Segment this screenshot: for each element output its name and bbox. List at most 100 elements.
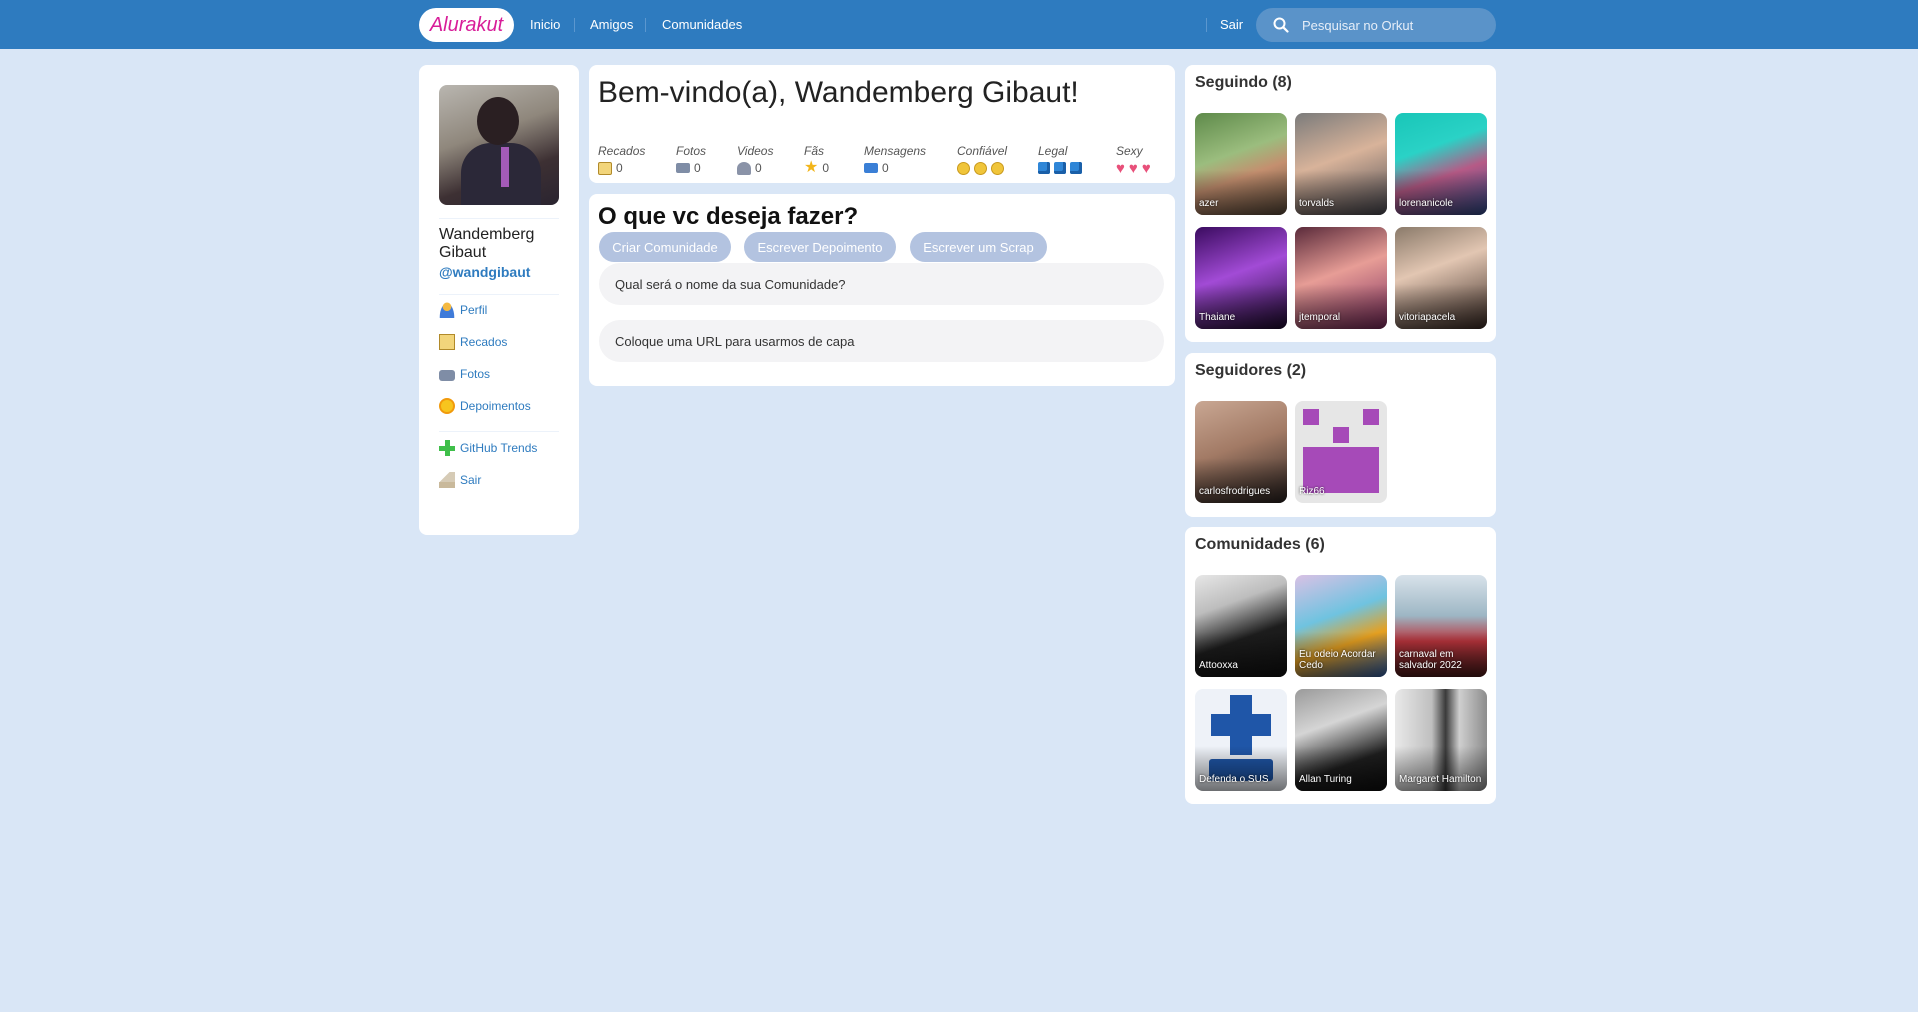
following-title: Seguindo (8) [1195, 74, 1292, 91]
star-icon: ★ [804, 159, 819, 176]
tile-caption: Eu odeio Acordar Cedo [1299, 649, 1376, 671]
heart-icon: ♥ [1116, 159, 1125, 177]
camera-icon [676, 163, 690, 173]
ice-cube-icon [1038, 162, 1050, 174]
divider [439, 294, 559, 295]
stat-label: Fotos [676, 144, 707, 158]
follower-tile-carlosfrodrigues[interactable]: carlosfrodrigues [1195, 401, 1287, 503]
user-icon [439, 302, 455, 318]
sidebar-item-perfil[interactable]: Perfil [439, 300, 487, 320]
following-tile-torvalds[interactable]: torvalds [1295, 113, 1387, 215]
stat-mensagens: Mensagens 0 [864, 144, 926, 176]
sidebar-item-label: Sair [460, 473, 482, 487]
alurakut-logo[interactable]: Alurakut [419, 8, 514, 42]
divider [439, 218, 559, 219]
nav-divider [645, 18, 646, 32]
nav-divider [1206, 18, 1207, 32]
tile-caption: azer [1199, 198, 1219, 209]
community-tile-defenda-o-sus[interactable]: Defenda o SUS [1195, 689, 1287, 791]
nav-link-amigos[interactable]: Amigos [590, 0, 633, 49]
community-tile-attooxxa[interactable]: Attooxxa [1195, 575, 1287, 677]
heart-icon: ♥ [1141, 159, 1151, 177]
stat-videos: Videos 0 [737, 144, 773, 176]
logout-link[interactable]: Sair [1220, 0, 1243, 49]
stat-label: Mensagens [864, 144, 927, 158]
divider [439, 431, 559, 432]
actions-title: O que vc deseja fazer? [598, 203, 859, 230]
stat-value: 0 [822, 161, 830, 175]
envelope-icon [864, 163, 878, 173]
stat-value: 0 [882, 161, 889, 175]
rating-confiavel: Confiável [957, 144, 1007, 176]
stat-fas: Fãs ★ 0 [804, 144, 829, 176]
tile-caption: jtemporal [1299, 312, 1341, 323]
sidebar-item-label: Perfil [460, 303, 488, 317]
search-input[interactable] [1302, 17, 1472, 33]
stat-value: 0 [694, 161, 701, 175]
communities-title: Comunidades (6) [1195, 536, 1325, 553]
search-bar[interactable] [1256, 8, 1496, 42]
rating-sexy: Sexy ♥ ♥ ♥ [1116, 144, 1151, 176]
tile-caption: lorenanicole [1399, 198, 1453, 209]
profile-username-link[interactable]: @wandgibaut [439, 264, 530, 280]
stat-value: 0 [616, 161, 623, 175]
escrever-depoimento-button[interactable]: Escrever Depoimento [744, 232, 896, 262]
notebook-icon [598, 161, 612, 175]
rating-label: Sexy [1116, 144, 1143, 158]
nav-link-inicio[interactable]: Inicio [530, 0, 560, 49]
community-name-input[interactable] [599, 263, 1164, 305]
following-tile-azer[interactable]: azer [1195, 113, 1287, 215]
sidebar-item-label: GitHub Trends [460, 441, 538, 455]
escrever-scrap-button[interactable]: Escrever um Scrap [910, 232, 1047, 262]
tile-caption: carnaval em salvador 2022 [1399, 649, 1462, 671]
rating-label: Legal [1038, 144, 1068, 158]
stat-label: Fãs [804, 144, 825, 158]
criar-comunidade-button[interactable]: Criar Comunidade [599, 232, 731, 262]
cover-url-input[interactable] [599, 320, 1164, 362]
community-tile-eu-odeio-acordar-cedo[interactable]: Eu odeio Acordar Cedo [1295, 575, 1387, 677]
ice-cube-icon [1070, 162, 1082, 174]
notebook-icon [439, 334, 455, 350]
follower-tile-riz66[interactable]: Riz66 [1295, 401, 1387, 503]
sidebar-item-depoimentos[interactable]: Depoimentos [439, 396, 531, 416]
sidebar-item-recados[interactable]: Recados [439, 332, 507, 352]
sidebar-item-github-trends[interactable]: GitHub Trends [439, 438, 537, 458]
top-navbar: Alurakut Inicio Amigos Comunidades Sair [0, 0, 1918, 49]
stat-label: Videos [737, 144, 774, 158]
tile-caption: Riz66 [1299, 486, 1325, 497]
sun-icon [439, 398, 455, 414]
search-icon [1273, 17, 1289, 33]
ice-cube-icon [1054, 162, 1066, 174]
camera-icon [439, 370, 455, 381]
rating-label: Confiável [957, 144, 1008, 158]
sidebar-item-label: Fotos [460, 367, 491, 381]
video-camera-icon [737, 161, 751, 175]
nav-divider [574, 18, 575, 32]
sidebar-item-label: Depoimentos [460, 399, 531, 413]
tile-caption: Allan Turing [1299, 774, 1352, 785]
following-tile-thaiane[interactable]: Thaiane [1195, 227, 1287, 329]
following-tile-lorenanicole[interactable]: lorenanicole [1395, 113, 1487, 215]
sidebar-item-fotos[interactable]: Fotos [439, 364, 490, 384]
following-tile-vitoriapacela[interactable]: vitoriapacela [1395, 227, 1487, 329]
tile-caption: Defenda o SUS [1199, 774, 1269, 785]
rating-legal: Legal [1038, 144, 1082, 176]
following-tile-jtemporal[interactable]: jtemporal [1295, 227, 1387, 329]
smiley-icon [957, 161, 970, 175]
identicon-image [1303, 409, 1379, 495]
sidebar-item-sair[interactable]: Sair [439, 470, 481, 490]
nav-link-comunidades[interactable]: Comunidades [662, 0, 742, 49]
community-tile-margaret-hamilton[interactable]: Margaret Hamilton [1395, 689, 1487, 791]
stat-label: Recados [598, 144, 646, 158]
heart-icon: ♥ [1128, 159, 1138, 177]
sidebar-item-label: Recados [460, 335, 508, 349]
smiley-icon [991, 161, 1004, 175]
tile-caption: carlosfrodrigues [1199, 486, 1271, 497]
profile-avatar[interactable] [439, 85, 559, 205]
community-tile-allan-turing[interactable]: Allan Turing [1295, 689, 1387, 791]
house-icon [439, 472, 455, 488]
stat-fotos: Fotos 0 [676, 144, 706, 176]
community-tile-carnaval-salvador[interactable]: carnaval em salvador 2022 [1395, 575, 1487, 677]
tile-caption: Margaret Hamilton [1399, 774, 1482, 785]
tile-caption: torvalds [1299, 198, 1335, 209]
